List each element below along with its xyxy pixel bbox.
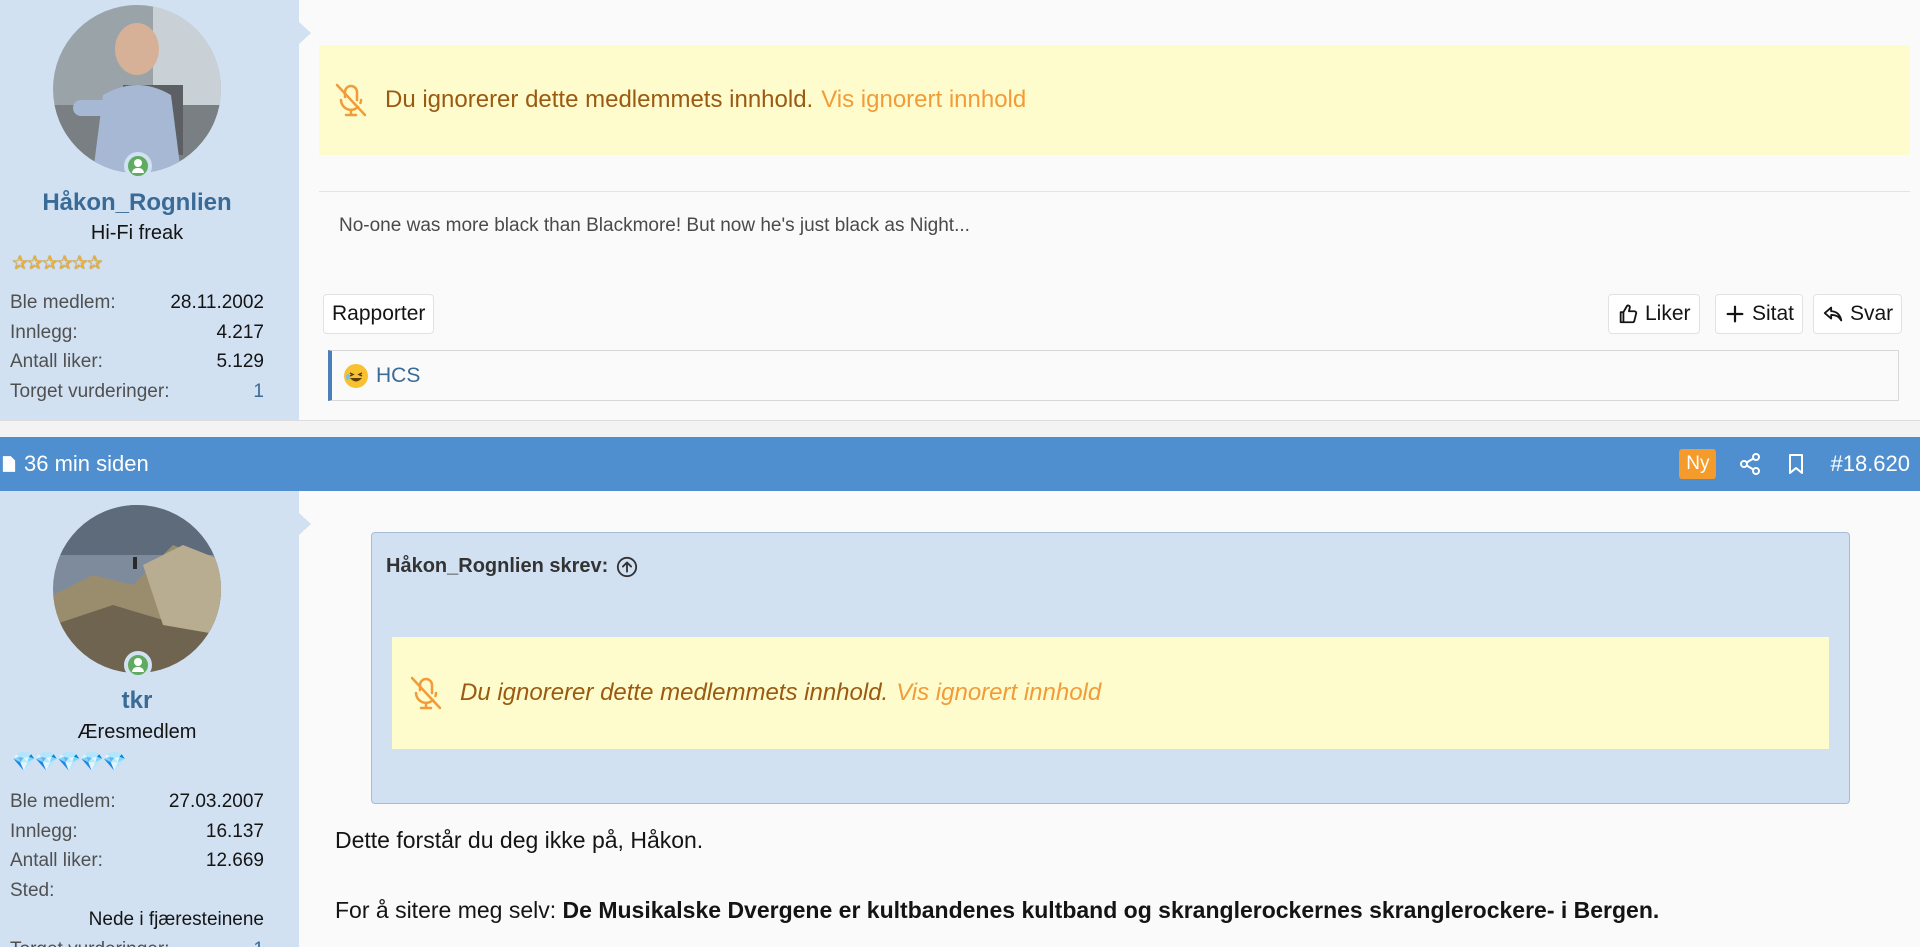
like-label: Liker	[1645, 302, 1691, 325]
user-sidebar: Håkon_Rognlien Hi-Fi freak ✰✰✰✰✰✰ Ble me…	[0, 0, 311, 420]
stat-label: Antall liker:	[10, 351, 103, 372]
quote-block: Håkon_Rognlien skrev: Du ignorerer dette…	[371, 532, 1850, 804]
stat-value: 16.137	[205, 820, 264, 842]
stat-label: Ble medlem:	[10, 791, 116, 812]
signature: No-one was more black than Blackmore! Bu…	[339, 215, 970, 236]
signature-divider	[319, 191, 1910, 192]
stat-label: Innlegg:	[10, 321, 78, 343]
post-number[interactable]: #18.620	[1830, 451, 1910, 477]
online-icon	[124, 152, 152, 180]
avatar[interactable]	[53, 505, 221, 673]
stat-label: Ble medlem:	[10, 292, 116, 313]
stat-label: Torget vurderinger:	[10, 380, 170, 402]
user-stats: Ble medlem: 27.03.2007 Innlegg: 16.137 Ant…	[10, 787, 264, 947]
username[interactable]: tkr	[0, 687, 274, 715]
stat-value: 4.217	[216, 321, 264, 343]
user-stats: Ble medlem: 28.11.2002 Innlegg: 4.217 Anta…	[10, 288, 264, 406]
reaction-user-link[interactable]: HCS	[376, 364, 420, 388]
post-body-line-2: For å sitere meg selv: De Musikalske Dve…	[335, 897, 1659, 924]
share-icon[interactable]	[1738, 452, 1762, 476]
body-prefix: For å sitere meg selv:	[335, 897, 563, 923]
post-time: 36 min siden	[24, 451, 149, 476]
quote-author: Håkon_Rognlien skrev:	[386, 555, 609, 577]
user-title: Hi-Fi freak	[90, 222, 184, 244]
plus-icon	[1726, 305, 1744, 323]
online-icon	[124, 651, 152, 679]
stat-label: Antall liker:	[10, 850, 103, 871]
like-button[interactable]: Liker	[1608, 294, 1700, 334]
stat-label: Torget vurderinger:	[10, 935, 169, 947]
quote-button[interactable]: Sitat	[1715, 294, 1804, 334]
post-body-line-1: Dette forstår du deg ikke på, Håkon.	[335, 827, 704, 853]
post-header: 36 min siden Ny #18.620	[0, 437, 1920, 491]
ignored-notice: Du ignorerer dette medlemmets innhold. V…	[319, 45, 1910, 155]
thumbs-up-icon	[1619, 304, 1638, 324]
show-ignored-link[interactable]: Vis ignorert innhold	[821, 86, 1026, 114]
mute-icon	[335, 83, 367, 117]
show-ignored-link[interactable]: Vis ignorert innhold	[896, 679, 1101, 707]
ignored-text: Du ignorerer dette medlemmets innhold.	[460, 679, 889, 706]
arrow-up-circle-icon	[617, 556, 638, 577]
body-bold-quote: De Musikalske Dvergene er kultbandenes k…	[562, 897, 1660, 923]
user-sidebar: tkr Æresmedlem 💎💎💎💎💎 Ble medlem: 27.03.20…	[0, 491, 311, 947]
post-tkr: 36 min siden Ny #18.620 tkr Æresmedlem 💎…	[0, 437, 1920, 947]
quote-author-link[interactable]: Håkon_Rognlien skrev:	[386, 555, 638, 578]
stat-value: 27.03.2007	[168, 791, 264, 812]
stat-value-link[interactable]: 1	[253, 377, 264, 407]
reactions-bar: HCS	[328, 350, 1899, 401]
reply-label: Svar	[1850, 302, 1894, 325]
username[interactable]: Håkon_Rognlien	[0, 189, 274, 217]
bookmark-icon[interactable]	[1784, 452, 1808, 476]
post-hakon: Håkon_Rognlien Hi-Fi freak ✰✰✰✰✰✰ Ble me…	[0, 0, 1920, 421]
quote-label: Sitat	[1752, 302, 1795, 325]
report-label: Rapporter	[332, 302, 426, 325]
stat-value: 5.129	[216, 351, 264, 372]
post-time-link[interactable]: 36 min siden	[0, 451, 149, 477]
reply-button[interactable]: Svar	[1813, 294, 1903, 334]
stat-value: 12.669	[205, 850, 264, 871]
new-badge: Ny	[1679, 449, 1717, 479]
user-title: Æresmedlem	[77, 721, 197, 743]
stat-value-location: Nede i fjæresteinene	[88, 909, 264, 930]
stat-value: 28.11.2002	[170, 292, 264, 313]
mute-icon	[410, 676, 442, 710]
quoted-ignored-notice: Du ignorerer dette medlemmets innhold. V…	[392, 637, 1829, 749]
report-button[interactable]: Rapporter	[323, 294, 435, 334]
laughing-emoji-icon	[344, 363, 368, 388]
file-icon	[2, 456, 16, 472]
rating-stars: ✰✰✰✰✰✰	[12, 253, 103, 274]
stat-label: Sted:	[10, 879, 55, 901]
ignored-text: Du ignorerer dette medlemmets innhold.	[385, 86, 814, 113]
rating-diamonds: 💎💎💎💎💎	[12, 752, 126, 773]
reply-icon	[1823, 306, 1843, 322]
stat-value-link[interactable]: 1	[253, 935, 264, 947]
stat-label: Innlegg:	[10, 820, 78, 842]
avatar[interactable]	[53, 5, 221, 173]
